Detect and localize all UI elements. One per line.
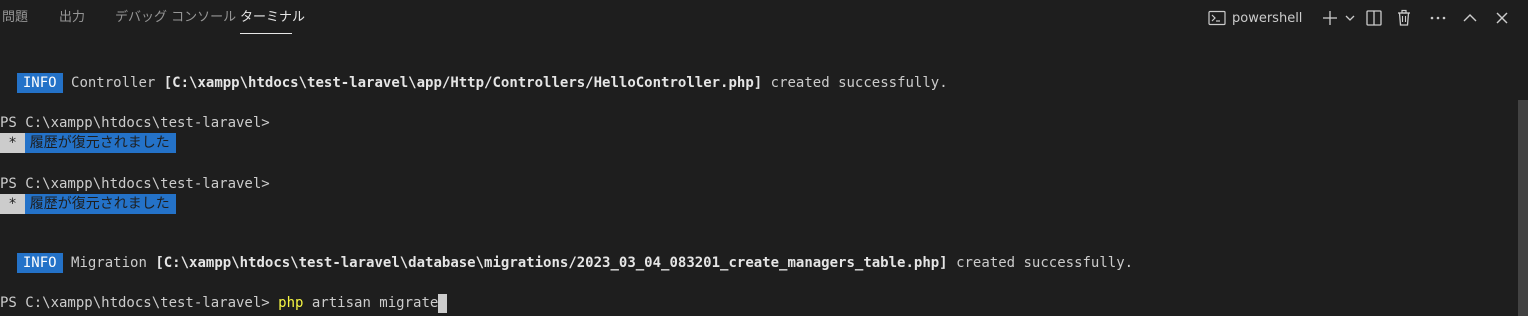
- terminal-selector[interactable]: powershell: [1206, 6, 1306, 30]
- prompt-text: PS C:\xampp\htdocs\test-laravel>: [0, 176, 270, 192]
- terminal-scrollbar-thumb[interactable]: [1518, 100, 1528, 316]
- restored-star: *: [0, 133, 26, 153]
- file-path: [C:\xampp\htdocs\test-laravel\database\m…: [155, 255, 948, 271]
- panel-header: 問題 出力 デバッグ コンソール ターミナル powershell: [0, 0, 1528, 36]
- terminal-line-migration: INFO Migration [C:\xampp\htdocs\test-lar…: [0, 253, 1133, 273]
- terminal-command-line: PS C:\xampp\htdocs\test-laravel> php art…: [0, 293, 448, 313]
- terminal-line-controller: INFO Controller [C:\xampp\htdocs\test-la…: [0, 73, 948, 93]
- shell-name: powershell: [1232, 10, 1303, 26]
- info-badge: INFO: [16, 253, 63, 273]
- info-suffix: created successfully.: [956, 255, 1134, 271]
- command-program: php: [278, 295, 304, 311]
- more-actions-button[interactable]: [1426, 6, 1450, 30]
- prompt-text: PS C:\xampp\htdocs\test-laravel>: [0, 295, 270, 311]
- split-terminal-button[interactable]: [1362, 6, 1386, 30]
- file-path: [C:\xampp\htdocs\test-laravel\app/Http/C…: [163, 75, 763, 91]
- tab-terminal[interactable]: ターミナル: [240, 9, 305, 27]
- terminal-prompt: PS C:\xampp\htdocs\test-laravel>: [0, 174, 270, 194]
- info-label: Migration: [71, 255, 147, 271]
- info-suffix: created successfully.: [770, 75, 948, 91]
- restored-message: 履歴が復元されました: [25, 194, 176, 214]
- plus-icon: [1321, 9, 1339, 27]
- info-badge: INFO: [16, 73, 63, 93]
- chevron-down-icon: [1344, 12, 1356, 24]
- tab-debug-console[interactable]: デバッグ コンソール: [115, 9, 236, 27]
- close-panel-button[interactable]: [1490, 6, 1514, 30]
- terminal-prompt: PS C:\xampp\htdocs\test-laravel>: [0, 113, 270, 133]
- terminal-icon: [1208, 10, 1226, 26]
- more-icon: [1429, 9, 1447, 27]
- prompt-text: PS C:\xampp\htdocs\test-laravel>: [0, 115, 270, 131]
- close-icon: [1494, 10, 1510, 26]
- restored-message: 履歴が復元されました: [25, 133, 176, 153]
- restored-star: *: [0, 194, 26, 214]
- new-terminal-button[interactable]: [1318, 6, 1342, 30]
- kill-terminal-button[interactable]: [1392, 6, 1416, 30]
- history-restored-line: * 履歴が復元されました: [0, 133, 176, 153]
- split-icon: [1365, 9, 1383, 27]
- tab-problems[interactable]: 問題: [2, 9, 28, 27]
- tab-output[interactable]: 出力: [59, 9, 85, 27]
- terminal-output[interactable]: INFO Controller [C:\xampp\htdocs\test-la…: [0, 36, 1518, 316]
- command-args: artisan migrate: [303, 295, 439, 311]
- terminal-cursor: [438, 294, 448, 313]
- trash-icon: [1395, 9, 1413, 27]
- active-tab-indicator: [240, 33, 292, 34]
- maximize-panel-button[interactable]: [1458, 6, 1482, 30]
- chevron-up-icon: [1462, 10, 1478, 26]
- info-label: Controller: [71, 75, 156, 91]
- history-restored-line: * 履歴が復元されました: [0, 194, 176, 214]
- launch-profile-dropdown[interactable]: [1342, 6, 1358, 30]
